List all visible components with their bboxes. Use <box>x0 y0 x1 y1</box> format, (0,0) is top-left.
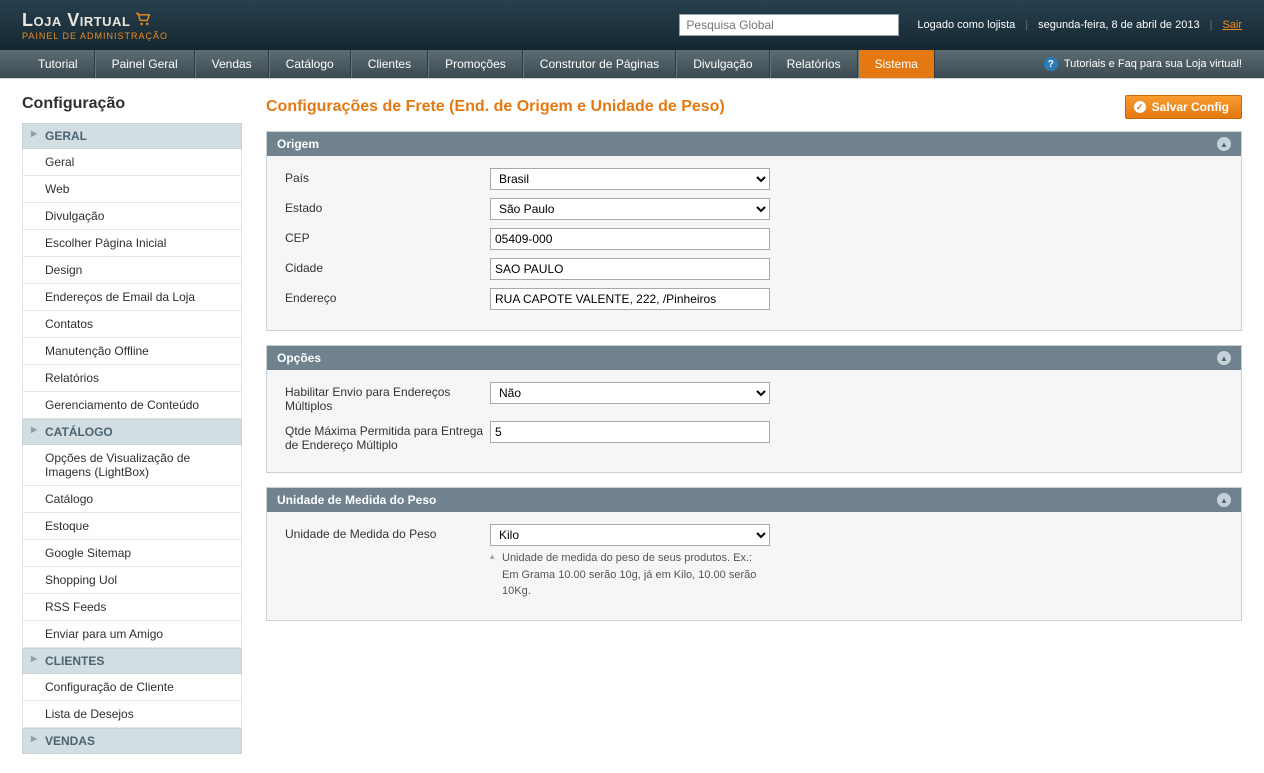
panel-origin: Origem ▲ País Brasil Estado São Paulo CE… <box>266 131 1242 331</box>
top-header: Loja Virtual Painel de Administração Log… <box>0 0 1264 50</box>
sidebar-item[interactable]: Shopping Uol <box>22 567 242 594</box>
nav-item-construtor-de-p-ginas[interactable]: Construtor de Páginas <box>523 50 676 78</box>
sidebar-item[interactable]: Web <box>22 176 242 203</box>
check-icon: ✓ <box>1134 101 1146 113</box>
global-search-input[interactable] <box>679 14 899 36</box>
maxqty-label: Qtde Máxima Permitida para Entrega de En… <box>285 421 490 452</box>
sidebar-group-vendas[interactable]: VENDAS <box>22 728 242 754</box>
cep-label: CEP <box>285 228 490 245</box>
weight-unit-hint: Unidade de medida do peso de seus produt… <box>490 550 770 600</box>
logo: Loja Virtual Painel de Administração <box>22 10 168 41</box>
login-as-text: Logado como lojista <box>917 19 1015 31</box>
nav-item-vendas[interactable]: Vendas <box>195 50 269 78</box>
state-select[interactable]: São Paulo <box>490 198 770 220</box>
date-text: segunda-feira, 8 de abril de 2013 <box>1038 19 1199 31</box>
sidebar-item[interactable]: Relatórios <box>22 365 242 392</box>
collapse-icon: ▲ <box>1217 351 1231 365</box>
config-sidebar: Configuração GERALGeralWebDivulgaçãoEsco… <box>22 95 242 754</box>
nav-item-sistema[interactable]: Sistema <box>858 50 935 78</box>
sidebar-item[interactable]: Endereços de Email da Loja <box>22 284 242 311</box>
nav-item-painel-geral[interactable]: Painel Geral <box>95 50 195 78</box>
sidebar-item[interactable]: Catálogo <box>22 486 242 513</box>
nav-item-relat-rios[interactable]: Relatórios <box>770 50 858 78</box>
logout-link[interactable]: Sair <box>1222 19 1242 31</box>
sidebar-group-geral[interactable]: GERAL <box>22 123 242 149</box>
sidebar-item[interactable]: Opções de Visualização de Imagens (Light… <box>22 445 242 486</box>
panel-options: Opções ▲ Habilitar Envio para Endereços … <box>266 345 1242 473</box>
sidebar-item[interactable]: Enviar para um Amigo <box>22 621 242 648</box>
sidebar-item[interactable]: Divulgação <box>22 203 242 230</box>
nav-item-tutorial[interactable]: Tutorial <box>22 50 95 78</box>
sidebar-item[interactable]: Geral <box>22 149 242 176</box>
sidebar-group-clientes[interactable]: CLIENTES <box>22 648 242 674</box>
panel-weight-header[interactable]: Unidade de Medida do Peso ▲ <box>267 488 1241 512</box>
logo-text: Loja Virtual <box>22 10 130 31</box>
logo-subtitle: Painel de Administração <box>22 31 168 41</box>
weight-unit-label: Unidade de Medida do Peso <box>285 524 490 541</box>
nav-item-clientes[interactable]: Clientes <box>351 50 428 78</box>
nav-item-promo-es[interactable]: Promoções <box>428 50 523 78</box>
country-label: País <box>285 168 490 185</box>
sidebar-item[interactable]: Escolher Página Inicial <box>22 230 242 257</box>
sidebar-item[interactable]: RSS Feeds <box>22 594 242 621</box>
sidebar-item[interactable]: Estoque <box>22 513 242 540</box>
cart-icon <box>134 10 152 31</box>
sidebar-item[interactable]: Configuração de Cliente <box>22 674 242 701</box>
help-text: Tutoriais e Faq para sua Loja virtual! <box>1064 58 1242 70</box>
main-content: Configurações de Frete (End. de Origem e… <box>266 95 1242 754</box>
login-info: Logado como lojista | segunda-feira, 8 d… <box>917 19 1242 31</box>
sidebar-group-catálogo[interactable]: CATÁLOGO <box>22 419 242 445</box>
page-title: Configurações de Frete (End. de Origem e… <box>266 98 725 116</box>
panel-options-header[interactable]: Opções ▲ <box>267 346 1241 370</box>
sidebar-item[interactable]: Manutenção Offline <box>22 338 242 365</box>
sidebar-item[interactable]: Gerenciamento de Conteúdo <box>22 392 242 419</box>
city-label: Cidade <box>285 258 490 275</box>
collapse-icon: ▲ <box>1217 137 1231 151</box>
panel-origin-header[interactable]: Origem ▲ <box>267 132 1241 156</box>
weight-unit-select[interactable]: Kilo <box>490 524 770 546</box>
multiship-label: Habilitar Envio para Endereços Múltiplos <box>285 382 490 413</box>
panel-weight-unit: Unidade de Medida do Peso ▲ Unidade de M… <box>266 487 1242 621</box>
address-label: Endereço <box>285 288 490 305</box>
maxqty-input[interactable] <box>490 421 770 443</box>
city-input[interactable] <box>490 258 770 280</box>
sidebar-item[interactable]: Google Sitemap <box>22 540 242 567</box>
collapse-icon: ▲ <box>1217 493 1231 507</box>
help-icon: ? <box>1044 57 1058 71</box>
country-select[interactable]: Brasil <box>490 168 770 190</box>
sidebar-item[interactable]: Design <box>22 257 242 284</box>
multiship-select[interactable]: Não <box>490 382 770 404</box>
nav-item-divulga-o[interactable]: Divulgação <box>676 50 769 78</box>
cep-input[interactable] <box>490 228 770 250</box>
sidebar-title: Configuração <box>22 95 242 113</box>
save-config-button[interactable]: ✓ Salvar Config <box>1125 95 1242 119</box>
nav-item-cat-logo[interactable]: Catálogo <box>269 50 351 78</box>
main-nav: TutorialPainel GeralVendasCatálogoClient… <box>0 50 1264 79</box>
state-label: Estado <box>285 198 490 215</box>
address-input[interactable] <box>490 288 770 310</box>
sidebar-item[interactable]: Lista de Desejos <box>22 701 242 728</box>
help-link[interactable]: ? Tutoriais e Faq para sua Loja virtual! <box>1044 50 1242 78</box>
sidebar-item[interactable]: Contatos <box>22 311 242 338</box>
